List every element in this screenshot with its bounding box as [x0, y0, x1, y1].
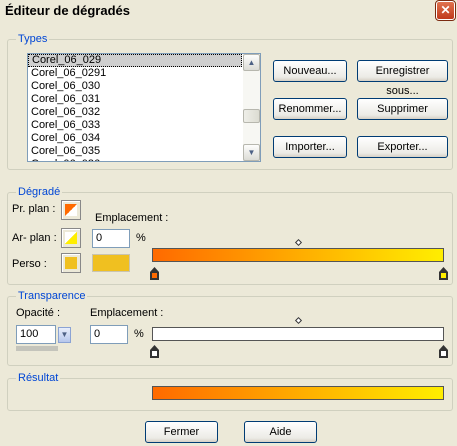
gradient-types-list[interactable]: Corel_06_029 Corel_06_0291 Corel_06_030 Cor…	[27, 53, 261, 162]
list-item[interactable]: Corel_06_031	[28, 93, 242, 106]
save-as-button[interactable]: Enregistrer sous...	[357, 60, 448, 97]
background-label: Ar- plan :	[12, 232, 57, 244]
list-item[interactable]: Corel_06_035	[28, 145, 242, 158]
close-button[interactable]: Fermer	[145, 421, 218, 443]
list-item[interactable]: Corel_06_034	[28, 132, 242, 145]
scroll-down-icon[interactable]: ▼	[243, 144, 260, 161]
foreground-color-button[interactable]	[61, 200, 81, 220]
location-label: Emplacement :	[95, 212, 169, 224]
background-color-button[interactable]	[61, 228, 81, 248]
opacity-slider-track[interactable]	[16, 346, 58, 351]
new-button[interactable]: Nouveau...	[273, 60, 347, 82]
scroll-thumb[interactable]	[243, 109, 260, 123]
import-button[interactable]: Importer...	[273, 136, 347, 158]
opacity-label: Opacité :	[16, 307, 61, 319]
gradient-legend: Dégradé	[16, 186, 63, 198]
transparency-end-marker-icon[interactable]	[439, 345, 448, 358]
rename-button[interactable]: Renommer...	[273, 98, 347, 120]
gradient-preview-bar[interactable]	[152, 248, 444, 262]
list-item[interactable]: Corel_06_032	[28, 106, 242, 119]
result-preview-bar	[152, 386, 444, 400]
end-color-marker-icon[interactable]	[439, 267, 448, 280]
background-swatch	[65, 232, 77, 244]
transparency-preview-bar[interactable]	[152, 327, 444, 341]
list-items-container: Corel_06_029 Corel_06_0291 Corel_06_030 Cor…	[28, 54, 260, 161]
transparency-location-percent: %	[134, 328, 144, 340]
location-input[interactable]: 0	[92, 229, 130, 248]
transparency-location-input[interactable]: 0	[90, 325, 128, 344]
transparency-start-marker-icon[interactable]	[150, 345, 159, 358]
types-legend: Types	[16, 33, 50, 45]
transparency-legend: Transparence	[16, 290, 88, 302]
list-item[interactable]: Corel_06_0291	[28, 67, 242, 80]
opacity-dropdown-button[interactable]: ▼	[58, 327, 71, 343]
custom-color-button[interactable]	[61, 253, 81, 273]
transparency-location-label: Emplacement :	[90, 307, 164, 319]
list-item[interactable]: Corel_06_033	[28, 119, 242, 132]
list-item[interactable]: Corel_06_036	[28, 158, 242, 161]
list-item[interactable]: Corel_06_030	[28, 80, 242, 93]
close-window-button[interactable]: ✕	[435, 0, 456, 21]
scroll-up-icon[interactable]: ▲	[243, 54, 260, 71]
window-title: Éditeur de dégradés	[5, 3, 130, 18]
location-percent: %	[136, 232, 146, 244]
opacity-input[interactable]: 100	[16, 325, 56, 344]
start-color-marker-icon[interactable]	[150, 267, 159, 280]
export-button[interactable]: Exporter...	[357, 136, 448, 158]
list-scrollbar[interactable]: ▲ ▼	[243, 54, 260, 161]
result-legend: Résultat	[16, 372, 61, 384]
foreground-label: Pr. plan :	[12, 203, 56, 215]
custom-swatch	[65, 257, 77, 269]
custom-color-preview	[92, 254, 130, 272]
help-button[interactable]: Aide	[244, 421, 317, 443]
list-item[interactable]: Corel_06_029	[28, 54, 242, 67]
custom-label: Perso :	[12, 258, 47, 270]
foreground-swatch	[65, 204, 77, 216]
delete-button[interactable]: Supprimer	[357, 98, 448, 120]
title-bar: Éditeur de dégradés ✕	[0, 0, 457, 22]
